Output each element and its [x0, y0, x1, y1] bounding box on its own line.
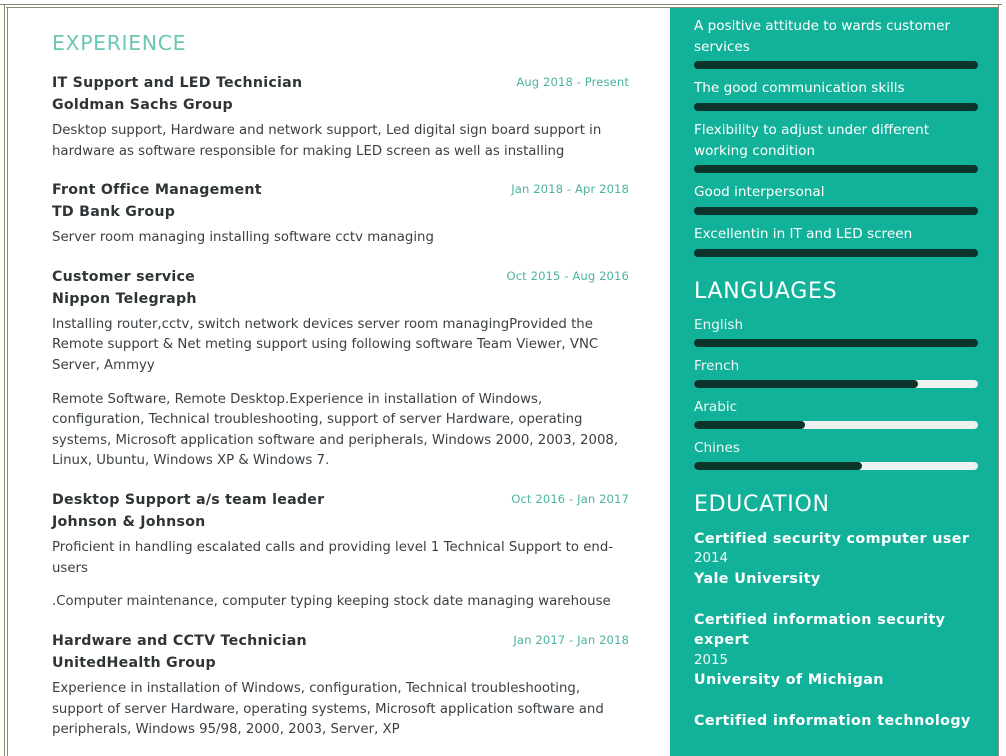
skill-item: The good communication skills — [694, 78, 978, 111]
experience-entry-header: Front Office Management TD Bank Group Jan … — [52, 179, 629, 226]
language-item: English — [694, 316, 978, 347]
education-item: Certified information security expert 201… — [694, 610, 978, 692]
job-company: TD Bank Group — [52, 204, 176, 221]
language-level-bar — [694, 379, 978, 388]
skill-label: Good interpersonal — [694, 184, 825, 201]
language-item: Arabic — [694, 398, 978, 429]
education-degree: Certified information security expert — [694, 611, 946, 649]
education-section-title: EDUCATION — [694, 491, 830, 517]
job-description: Experience in installation of Windows, c… — [52, 680, 604, 738]
job-description: Proficient in handling escalated calls a… — [52, 540, 614, 576]
skill-item: A positive attitude to wards customer se… — [694, 16, 978, 70]
language-item: Chines — [694, 439, 978, 470]
job-description: Remote Software, Remote Desktop.Experien… — [52, 391, 619, 469]
job-date-range: Aug 2018 - Present — [516, 75, 629, 89]
language-item: French — [694, 357, 978, 388]
language-label: Arabic — [694, 398, 738, 415]
skill-level-fill — [694, 61, 978, 70]
experience-entry: Hardware and CCTV Technician UnitedHealth… — [52, 630, 629, 741]
job-date-range: Oct 2016 - Jan 2017 — [511, 492, 629, 507]
skill-level-bar — [694, 206, 978, 215]
education-degree: Certified security computer user — [694, 530, 970, 547]
job-description: Desktop support, Hardware and network su… — [52, 123, 602, 159]
job-company: UnitedHealth Group — [52, 654, 216, 671]
experience-entry-titles: Hardware and CCTV Technician UnitedHealth… — [52, 630, 307, 677]
job-company: Goldman Sachs Group — [52, 97, 233, 113]
language-level-fill — [694, 338, 978, 347]
job-description: .Computer maintenance, computer typing k… — [52, 594, 611, 610]
experience-section-title: EXPERIENCE — [52, 31, 187, 55]
skill-level-fill — [694, 102, 978, 111]
skill-label: The good communication skills — [694, 80, 905, 97]
education-item: Certified security computer user 2014 Yale… — [694, 529, 978, 590]
languages-list: English French Arabic Chines — [694, 316, 978, 470]
language-level-fill — [694, 420, 805, 429]
page-border-right — [998, 4, 999, 756]
skill-item: Flexibility to adjust under different wo… — [694, 120, 978, 174]
skill-label: Flexibility to adjust under different wo… — [694, 121, 930, 159]
experience-entry: Customer service Nippon Telegraph Oct 2015… — [52, 266, 629, 472]
job-title: Front Office Management — [52, 182, 262, 199]
language-label: French — [694, 357, 740, 374]
language-level-bar — [694, 461, 978, 470]
resume-page: EXPERIENCE IT Support and LED Technician… — [0, 0, 1006, 756]
skills-list: A positive attitude to wards customer se… — [694, 16, 978, 257]
job-date-range: Jan 2017 - Jan 2018 — [513, 632, 629, 647]
experience-entry-header: Desktop Support a/s team leader Johnson &… — [52, 489, 629, 536]
experience-entry-titles: IT Support and LED Technician Goldman Sac… — [52, 72, 302, 119]
skill-level-bar — [694, 102, 978, 111]
skill-level-fill — [694, 165, 978, 174]
language-level-fill — [694, 461, 862, 470]
sidebar-column: A positive attitude to wards customer se… — [670, 8, 998, 756]
experience-job-list: IT Support and LED Technician Goldman Sac… — [52, 72, 629, 741]
job-company: Nippon Telegraph — [52, 290, 197, 307]
page-border-left — [4, 4, 5, 756]
job-title: Desktop Support a/s team leader — [52, 492, 325, 509]
education-list: Certified security computer user 2014 Yale… — [694, 529, 978, 732]
experience-entry-titles: Desktop Support a/s team leader Johnson &… — [52, 489, 324, 536]
skill-item: Excellentin in IT and LED screen — [694, 224, 978, 257]
language-level-bar — [694, 338, 978, 347]
education-year: 2015 — [694, 653, 729, 669]
column-gap — [647, 8, 670, 756]
education-year: 2014 — [694, 551, 729, 567]
job-title: IT Support and LED Technician — [52, 75, 303, 91]
language-level-bar — [694, 420, 978, 429]
skill-level-fill — [694, 206, 978, 215]
job-description: Installing router,cctv, switch network d… — [52, 316, 599, 374]
education-school: University of Michigan — [694, 672, 884, 689]
skill-label: Excellentin in IT and LED screen — [694, 225, 913, 242]
experience-entry-titles: Front Office Management TD Bank Group — [52, 179, 262, 226]
job-company: Johnson & Johnson — [52, 514, 206, 531]
experience-entry: IT Support and LED Technician Goldman Sac… — [52, 72, 629, 162]
experience-entry-header: Customer service Nippon Telegraph Oct 2015… — [52, 266, 629, 313]
experience-entry-titles: Customer service Nippon Telegraph — [52, 266, 197, 313]
language-level-fill — [694, 379, 919, 388]
experience-entry-header: Hardware and CCTV Technician UnitedHealth… — [52, 630, 629, 677]
skill-level-bar — [694, 61, 978, 70]
education-degree: Certified information technology — [694, 713, 971, 730]
page-border-top — [0, 4, 1002, 5]
education-school: Yale University — [694, 570, 821, 587]
language-label: English — [694, 316, 744, 333]
skill-level-bar — [694, 165, 978, 174]
job-date-range: Jan 2018 - Apr 2018 — [511, 182, 629, 197]
education-item: Certified information technology — [694, 711, 978, 732]
job-title: Customer service — [52, 268, 196, 285]
resume-sheet: EXPERIENCE IT Support and LED Technician… — [8, 8, 998, 756]
skill-item: Good interpersonal — [694, 182, 978, 215]
experience-entry: Desktop Support a/s team leader Johnson &… — [52, 489, 629, 613]
experience-column: EXPERIENCE IT Support and LED Technician… — [8, 8, 647, 756]
experience-entry-header: IT Support and LED Technician Goldman Sac… — [52, 72, 629, 119]
language-label: Chines — [694, 439, 740, 456]
experience-entry: Front Office Management TD Bank Group Jan … — [52, 179, 629, 249]
languages-section-title: LANGUAGES — [694, 278, 838, 304]
job-date-range: Oct 2015 - Aug 2016 — [506, 268, 629, 283]
skill-label: A positive attitude to wards customer se… — [694, 18, 951, 55]
job-title: Hardware and CCTV Technician — [52, 632, 307, 649]
skill-level-fill — [694, 248, 978, 257]
job-description: Server room managing installing software… — [52, 230, 434, 246]
skill-level-bar — [694, 248, 978, 257]
